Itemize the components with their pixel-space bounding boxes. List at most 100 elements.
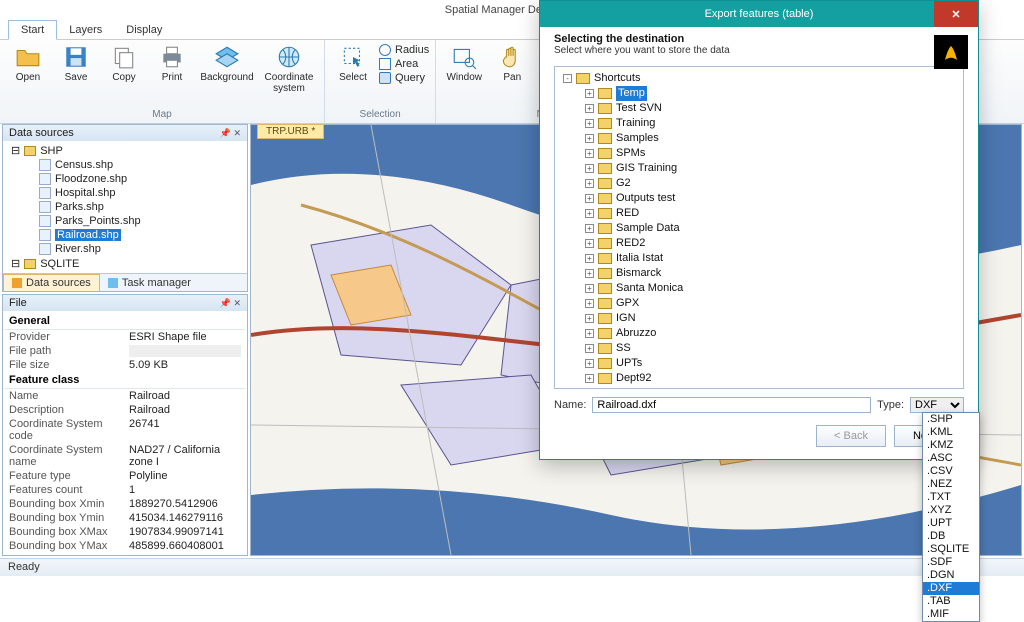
type-option[interactable]: .SQLITE: [923, 543, 979, 556]
dest-tree-item[interactable]: +Test SVN: [559, 101, 959, 116]
type-option[interactable]: .TXT: [923, 491, 979, 504]
print-button[interactable]: Print: [150, 42, 194, 83]
folder-icon: [598, 313, 612, 324]
tab-layers[interactable]: Layers: [57, 21, 114, 39]
dialog-subtext: Select where you want to store the data: [554, 45, 964, 56]
ribbon-group-selection-caption: Selection: [360, 108, 401, 121]
name-label: Name:: [554, 399, 586, 411]
type-option[interactable]: .DB: [923, 530, 979, 543]
background-button[interactable]: Background: [198, 42, 256, 83]
folder-icon: [598, 358, 612, 369]
select-button[interactable]: Select: [331, 42, 375, 83]
data-sources-panel: Data sources 📌 ✕ ⊟SHP Census.shpFloodzon…: [2, 124, 248, 292]
tree-item[interactable]: River.shp: [5, 242, 245, 256]
file-properties: General ProviderESRI Shape file File pat…: [3, 311, 247, 555]
shapefile-icon: [39, 201, 51, 213]
folder-icon: [598, 373, 612, 384]
floppy-icon: [63, 44, 89, 70]
pin-icon[interactable]: 📌 ✕: [220, 298, 241, 309]
tree-root-shortcuts[interactable]: -Shortcuts: [559, 71, 959, 86]
status-bar: Ready: [0, 558, 1024, 576]
tree-item[interactable]: Parks_Points.shp: [5, 214, 245, 228]
copy-button[interactable]: Copy: [102, 42, 146, 83]
tree-folder-sqlite[interactable]: ⊟SQLITE: [5, 256, 245, 271]
pin-icon[interactable]: 📌 ✕: [220, 128, 241, 139]
dialog-close-button[interactable]: ✕: [934, 1, 978, 27]
type-option[interactable]: .CSV: [923, 465, 979, 478]
tab-display[interactable]: Display: [114, 21, 174, 39]
tree-item[interactable]: Floodzone.shp: [5, 172, 245, 186]
tree-item[interactable]: Railroad.shp: [5, 228, 245, 242]
destination-tree[interactable]: -Shortcuts +Temp+Test SVN+Training+Sampl…: [554, 66, 964, 389]
type-option[interactable]: .UPT: [923, 517, 979, 530]
tab-task-manager[interactable]: Task manager: [100, 274, 199, 291]
tab-data-sources[interactable]: Data sources: [3, 274, 100, 291]
dialog-subheader: Selecting the destination Select where y…: [540, 27, 978, 58]
shapefile-icon: [39, 173, 51, 185]
pan-button[interactable]: Pan: [490, 42, 534, 83]
type-option[interactable]: .SHP: [923, 413, 979, 426]
coord-system-button[interactable]: Coordinate system: [260, 42, 318, 94]
type-dropdown-list[interactable]: .SHP.KML.KMZ.ASC.CSV.NEZ.TXT.XYZ.UPT.DB.…: [922, 412, 980, 622]
dest-tree-item[interactable]: +Temp: [559, 86, 959, 101]
window-button[interactable]: Window: [442, 42, 486, 83]
name-input[interactable]: [592, 397, 871, 413]
radius-button[interactable]: Radius: [379, 44, 429, 56]
tree-item[interactable]: Census.shp: [5, 158, 245, 172]
type-option[interactable]: .SDF: [923, 556, 979, 569]
type-option[interactable]: .NEZ: [923, 478, 979, 491]
area-button[interactable]: Area: [379, 58, 429, 70]
type-option[interactable]: .DXF: [923, 582, 979, 595]
type-option[interactable]: .MIF: [923, 608, 979, 621]
save-button[interactable]: Save: [54, 42, 98, 83]
dest-tree-item[interactable]: +Sample Data: [559, 221, 959, 236]
dest-tree-item[interactable]: +Italia Istat: [559, 251, 959, 266]
folder-open-icon: [15, 44, 41, 70]
data-sources-tree[interactable]: ⊟SHP Census.shpFloodzone.shpHospital.shp…: [3, 141, 247, 273]
shapefile-icon: [39, 215, 51, 227]
dest-tree-item[interactable]: +Santa Monica: [559, 281, 959, 296]
task-manager-tab-icon: [108, 278, 118, 288]
dest-tree-item[interactable]: +IGN: [559, 311, 959, 326]
hand-icon: [499, 44, 525, 70]
dest-tree-item[interactable]: +SPMs: [559, 146, 959, 161]
type-option[interactable]: .KML: [923, 426, 979, 439]
dest-tree-item[interactable]: +Abruzzo: [559, 326, 959, 341]
dialog-titlebar[interactable]: Export features (table) ✕: [540, 1, 978, 27]
folder-icon: [598, 253, 612, 264]
type-option[interactable]: .KMZ: [923, 439, 979, 452]
dest-tree-item[interactable]: +GPX: [559, 296, 959, 311]
type-select[interactable]: DXF: [910, 397, 964, 413]
tree-folder-shp[interactable]: ⊟SHP: [5, 143, 245, 158]
dest-tree-item[interactable]: +Dept92: [559, 371, 959, 386]
back-button: < Back: [816, 425, 886, 447]
folder-icon: [598, 283, 612, 294]
dest-tree-item[interactable]: +Outputs test: [559, 191, 959, 206]
dest-tree-item[interactable]: +SS: [559, 341, 959, 356]
map-document-tab[interactable]: TRP.URB *: [257, 124, 324, 139]
dest-tree-item[interactable]: +RED2: [559, 236, 959, 251]
type-option[interactable]: .ASC: [923, 452, 979, 465]
left-panel-tabs: Data sources Task manager: [3, 273, 247, 291]
dest-tree-item[interactable]: +Bismarck: [559, 266, 959, 281]
folder-icon: [598, 193, 612, 204]
dest-tree-item[interactable]: +GIS Training: [559, 161, 959, 176]
dest-tree-item[interactable]: +UPTs: [559, 356, 959, 371]
magnify-rect-icon: [451, 44, 477, 70]
dest-tree-item[interactable]: +RED: [559, 206, 959, 221]
dest-tree-item[interactable]: +Training: [559, 116, 959, 131]
query-button[interactable]: Query: [379, 72, 429, 84]
dest-tree-item[interactable]: +G2: [559, 176, 959, 191]
type-option[interactable]: .TAB: [923, 595, 979, 608]
tab-start[interactable]: Start: [8, 20, 57, 40]
tree-item[interactable]: Parks.shp: [5, 200, 245, 214]
section-general: General: [5, 313, 245, 330]
dest-tree-item[interactable]: +Samples: [559, 131, 959, 146]
tree-item[interactable]: Hospital.shp: [5, 186, 245, 200]
type-option[interactable]: .XYZ: [923, 504, 979, 517]
shapefile-icon: [39, 229, 51, 241]
open-button[interactable]: Open: [6, 42, 50, 83]
close-icon: ✕: [951, 8, 960, 21]
folder-icon: [576, 73, 590, 84]
folder-icon: [598, 268, 612, 279]
